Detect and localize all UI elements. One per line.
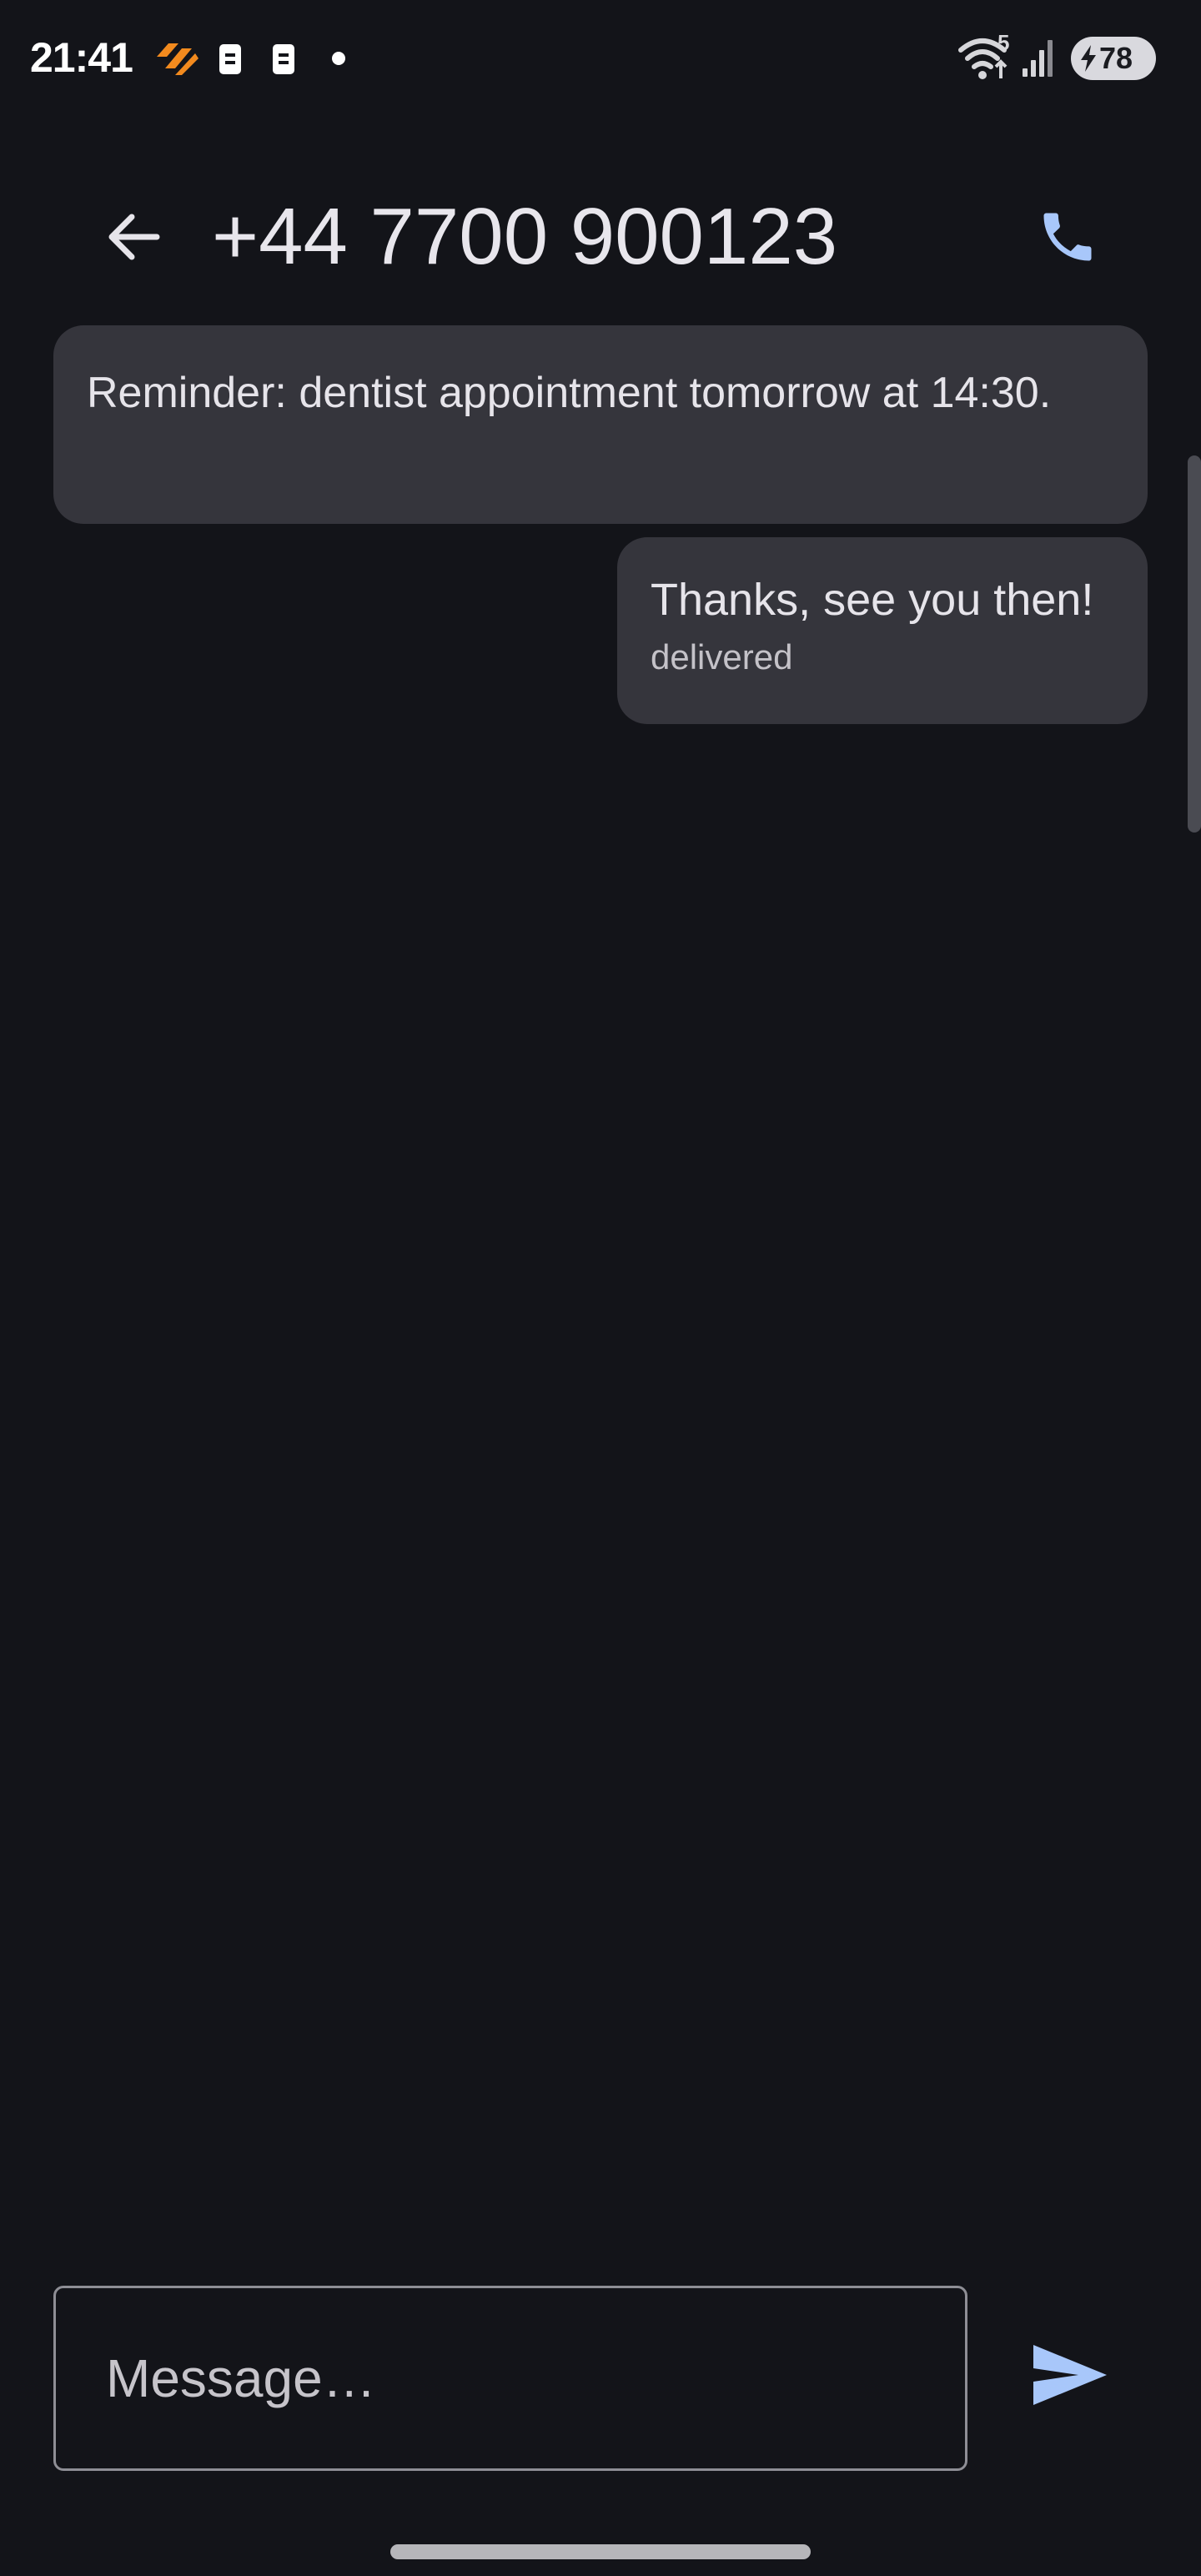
phone-icon	[1043, 213, 1092, 261]
message-text: Thanks, see you then!	[651, 575, 1094, 625]
notification-dot-icon	[332, 52, 345, 65]
sim-card-icon	[273, 44, 294, 74]
charging-bolt-icon	[1081, 45, 1096, 72]
arrow-left-icon	[108, 214, 160, 260]
message-text: Reminder: dentist appointment tomorrow a…	[87, 369, 1052, 417]
contact-phone-number: +44 7700 900123	[212, 192, 838, 281]
send-icon	[1033, 2345, 1107, 2405]
send-button[interactable]	[1024, 2329, 1116, 2421]
outgoing-message[interactable]: Thanks, see you then! delivered	[617, 537, 1148, 724]
app-notification-icon	[157, 43, 198, 75]
battery-indicator: 78	[1071, 37, 1156, 80]
battery-level: 78	[1099, 41, 1133, 75]
incoming-message[interactable]: Reminder: dentist appointment tomorrow a…	[53, 325, 1148, 524]
wifi-badge: 5	[997, 30, 1010, 55]
sim-card-icon	[219, 44, 241, 74]
back-button[interactable]	[93, 197, 173, 277]
status-time: 21:41	[30, 34, 133, 81]
signal-icon	[1023, 40, 1053, 77]
call-button[interactable]	[1028, 197, 1108, 277]
scrollbar[interactable]	[1188, 455, 1201, 833]
message-status: delivered	[651, 637, 793, 677]
message-input[interactable]	[53, 2286, 967, 2471]
home-indicator[interactable]	[390, 2544, 811, 2559]
